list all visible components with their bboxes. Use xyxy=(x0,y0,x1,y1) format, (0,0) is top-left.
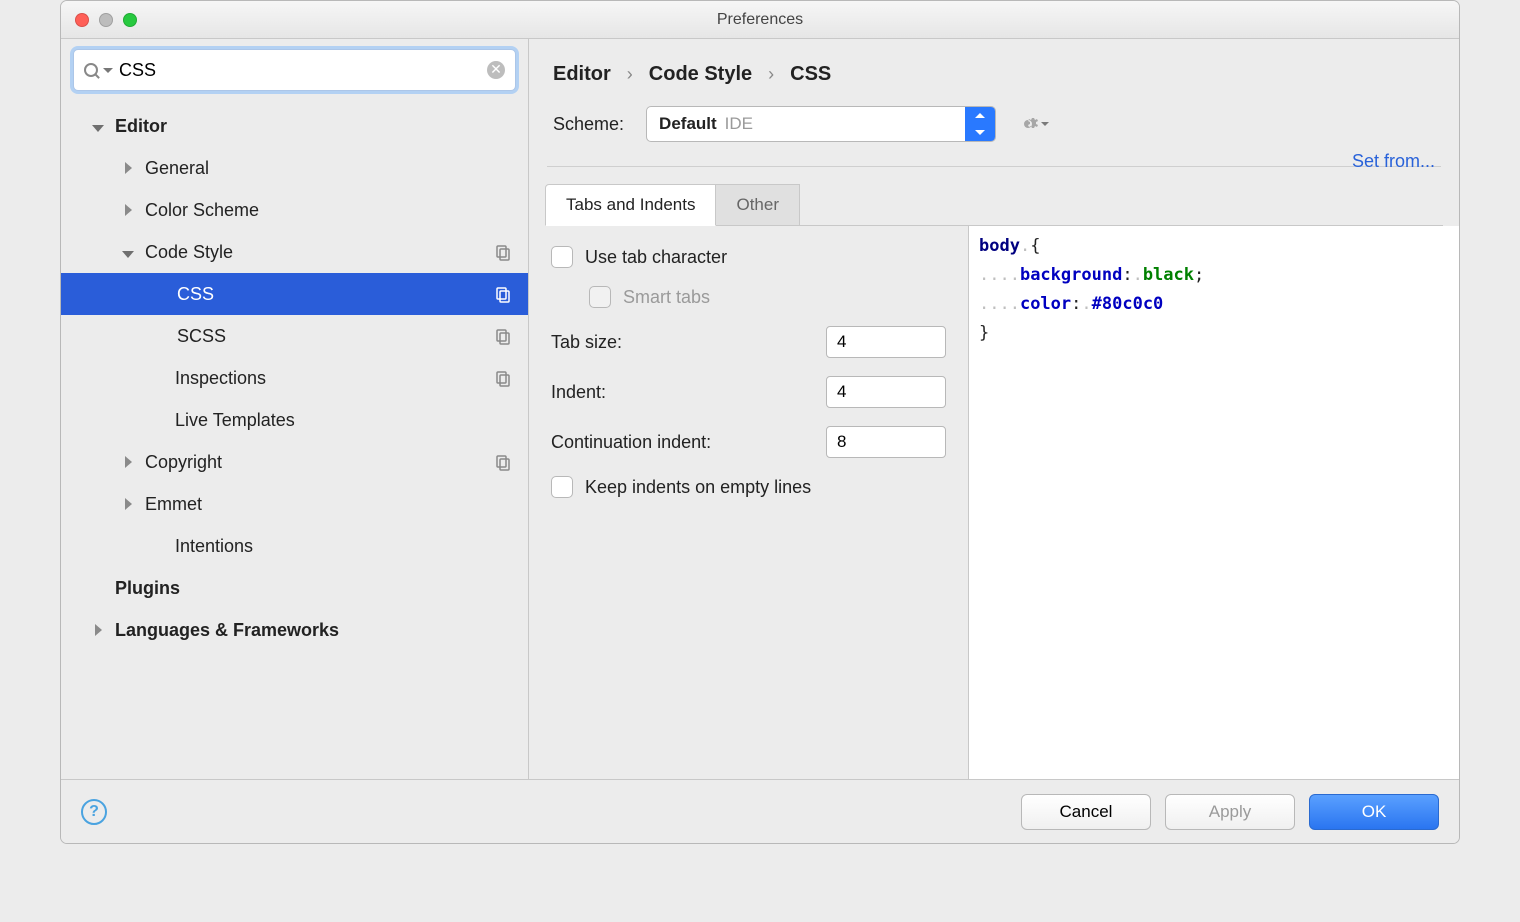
chevron-right-icon[interactable] xyxy=(121,200,135,221)
chevron-right-icon[interactable] xyxy=(121,452,135,473)
cancel-button[interactable]: Cancel xyxy=(1021,794,1151,830)
window-controls xyxy=(75,13,137,27)
tree-item-inspections[interactable]: Inspections xyxy=(61,357,528,399)
breadcrumb-editor[interactable]: Editor xyxy=(553,63,611,86)
chevron-right-icon: › xyxy=(627,64,633,85)
main-pane: Editor › Code Style › CSS Scheme: Defaul… xyxy=(529,39,1459,779)
tab-size-input[interactable] xyxy=(826,326,946,358)
search-history-dropdown-icon[interactable] xyxy=(103,68,113,73)
tree-item-languages-frameworks[interactable]: Languages & Frameworks xyxy=(61,609,528,651)
copy-icon xyxy=(494,285,512,303)
indent-label: Indent: xyxy=(551,382,606,403)
chevron-right-icon[interactable] xyxy=(121,494,135,515)
tree-item-color-scheme[interactable]: Color Scheme xyxy=(61,189,528,231)
scheme-value: Default xyxy=(659,114,717,134)
scheme-select[interactable]: Default IDE xyxy=(646,106,996,142)
copy-icon xyxy=(494,327,512,345)
tab-tabs-and-indents[interactable]: Tabs and Indents xyxy=(545,184,716,226)
scheme-actions-button[interactable] xyxy=(1018,114,1049,134)
tree-item-copyright[interactable]: Copyright xyxy=(61,441,528,483)
tree-item-editor[interactable]: Editor xyxy=(61,105,528,147)
ok-button[interactable]: OK xyxy=(1309,794,1439,830)
chevron-right-icon[interactable] xyxy=(91,620,105,641)
chevron-down-icon xyxy=(1041,122,1049,126)
settings-tree: Editor General Color Scheme Code Style C… xyxy=(61,101,528,779)
breadcrumb: Editor › Code Style › CSS xyxy=(529,39,1459,96)
chevron-down-icon[interactable] xyxy=(121,242,135,263)
tab-size-label: Tab size: xyxy=(551,332,622,353)
breadcrumb-css: CSS xyxy=(790,63,831,86)
keep-indents-checkbox[interactable] xyxy=(551,476,573,498)
tab-other[interactable]: Other xyxy=(716,184,800,226)
tree-item-live-templates[interactable]: Live Templates xyxy=(61,399,528,441)
divider xyxy=(547,166,1441,167)
smart-tabs-checkbox xyxy=(589,286,611,308)
copy-icon xyxy=(494,243,512,261)
form-pane: Use tab character Smart tabs Tab size: I… xyxy=(529,226,969,779)
continuation-indent-label: Continuation indent: xyxy=(551,432,711,453)
titlebar: Preferences xyxy=(61,1,1459,39)
code-preview: body.{ ....background:.black; ....color:… xyxy=(969,226,1459,779)
tree-item-intentions[interactable]: Intentions xyxy=(61,525,528,567)
sidebar: ✕ Editor General Color Scheme xyxy=(61,39,529,779)
copy-icon xyxy=(494,453,512,471)
breadcrumb-code-style[interactable]: Code Style xyxy=(649,63,752,86)
set-from-link[interactable]: Set from... xyxy=(1352,151,1435,172)
scheme-scope: IDE xyxy=(725,114,753,134)
chevron-right-icon: › xyxy=(768,64,774,85)
search-icon xyxy=(84,63,99,78)
chevron-right-icon[interactable] xyxy=(121,158,135,179)
tree-item-code-style[interactable]: Code Style xyxy=(61,231,528,273)
tree-item-emmet[interactable]: Emmet xyxy=(61,483,528,525)
search-input-wrapper[interactable]: ✕ xyxy=(73,49,516,91)
tree-item-css[interactable]: CSS xyxy=(61,273,528,315)
scheme-label: Scheme: xyxy=(553,114,624,135)
gear-icon xyxy=(1018,114,1038,134)
tree-item-scss[interactable]: SCSS xyxy=(61,315,528,357)
minimize-window-icon[interactable] xyxy=(99,13,113,27)
clear-search-icon[interactable]: ✕ xyxy=(487,61,505,79)
help-button[interactable]: ? xyxy=(81,799,107,825)
smart-tabs-label: Smart tabs xyxy=(623,287,710,308)
search-input[interactable] xyxy=(119,60,481,81)
use-tab-character-label: Use tab character xyxy=(585,247,727,268)
apply-button: Apply xyxy=(1165,794,1295,830)
tree-item-plugins[interactable]: Plugins xyxy=(61,567,528,609)
zoom-window-icon[interactable] xyxy=(123,13,137,27)
footer: ? Cancel Apply OK xyxy=(61,779,1459,843)
close-window-icon[interactable] xyxy=(75,13,89,27)
tabs: Tabs and Indents Other xyxy=(545,183,1443,226)
copy-icon xyxy=(494,369,512,387)
chevron-down-icon[interactable] xyxy=(91,116,105,137)
tree-item-general[interactable]: General xyxy=(61,147,528,189)
stepper-icon[interactable] xyxy=(965,107,995,141)
use-tab-character-checkbox[interactable] xyxy=(551,246,573,268)
preferences-window: Preferences ✕ Editor General xyxy=(60,0,1460,844)
continuation-indent-input[interactable] xyxy=(826,426,946,458)
keep-indents-label: Keep indents on empty lines xyxy=(585,477,811,498)
indent-input[interactable] xyxy=(826,376,946,408)
window-title: Preferences xyxy=(717,11,803,29)
